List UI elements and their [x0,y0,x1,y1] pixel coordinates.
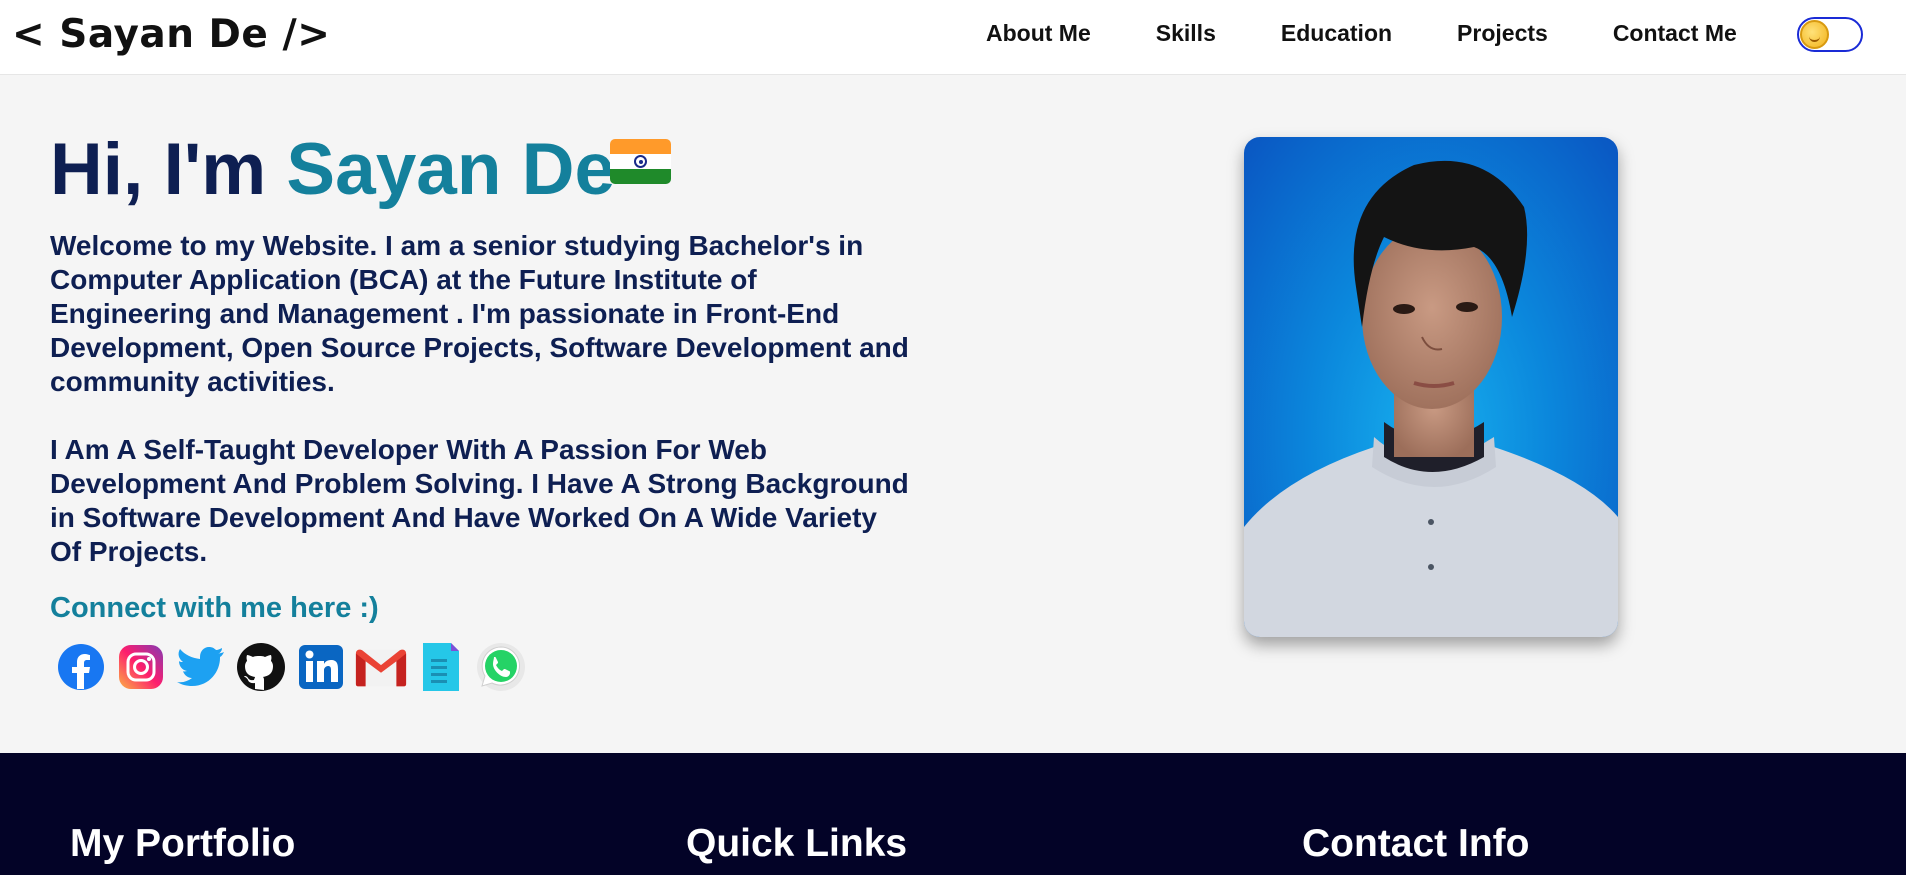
nav-contact-me[interactable]: Contact Me [1613,20,1737,47]
india-flag-icon [610,139,671,184]
footer-contact-info: Contact Info [1302,822,1530,865]
nav-skills[interactable]: Skills [1156,20,1216,47]
gmail-icon[interactable] [354,640,408,694]
twitter-icon[interactable] [174,640,228,694]
sun-icon [1800,20,1829,49]
site-logo[interactable]: < Sayan De /> [12,12,330,57]
hero-greeting: Hi, I'm [50,129,267,210]
instagram-icon[interactable] [114,640,168,694]
nav-education[interactable]: Education [1281,20,1392,47]
intro-paragraph-2: I Am A Self-Taught Developer With A Pass… [50,434,909,567]
footer-my-portfolio: My Portfolio [70,822,296,865]
intro-text: Welcome to my Website. I am a senior stu… [50,229,910,603]
facebook-icon[interactable] [54,640,108,694]
connect-heading: Connect with me here :) [50,592,379,624]
hero-title: Hi, I'm Sayan De [50,128,615,211]
whatsapp-icon[interactable] [474,640,528,694]
nav-about-me[interactable]: About Me [986,20,1091,47]
github-icon[interactable] [234,640,288,694]
nav-projects[interactable]: Projects [1457,20,1548,47]
document-icon[interactable] [414,640,468,694]
intro-paragraph-1: Welcome to my Website. I am a senior stu… [50,230,909,397]
navbar: < Sayan De /> About Me Skills Education … [0,0,1906,75]
footer: My Portfolio Quick Links Contact Info [0,753,1906,875]
nav-links: About Me Skills Education Projects Conta… [986,20,1737,47]
profile-photo [1244,137,1618,637]
hero-name: Sayan De [286,129,616,210]
social-links [54,640,534,694]
theme-toggle[interactable] [1797,17,1863,52]
linkedin-icon[interactable] [294,640,348,694]
footer-quick-links: Quick Links [686,822,908,865]
